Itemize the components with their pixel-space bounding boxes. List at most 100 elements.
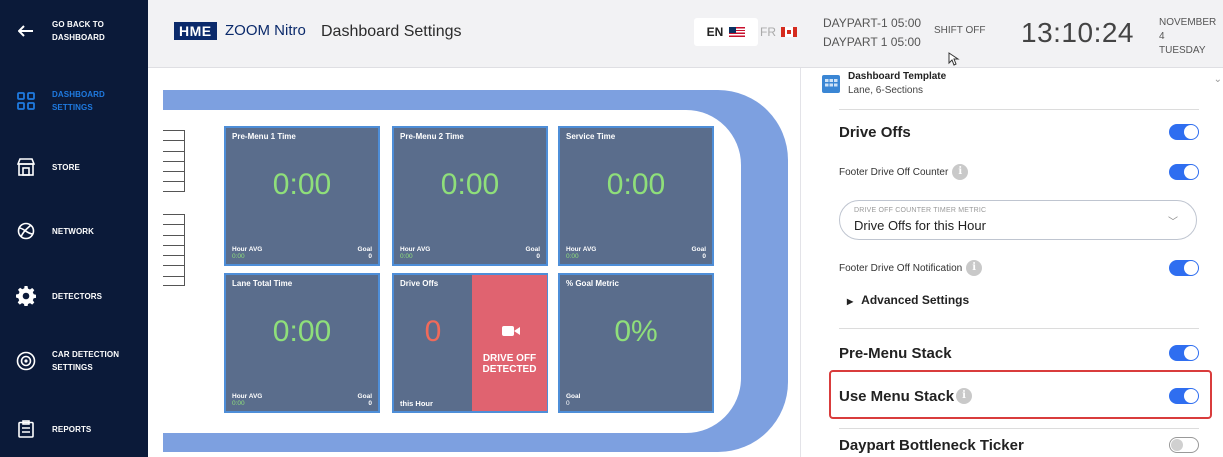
car-detection-icon [0,351,52,371]
divider [839,109,1199,110]
use-menu-stack-toggle[interactable] [1169,388,1199,404]
video-camera-icon [502,326,520,336]
drive-off-alert: DRIVE OFF DETECTED [472,275,547,411]
sidebar-item-network[interactable]: NETWORK [0,222,148,240]
footer-notification-toggle[interactable] [1169,260,1199,276]
info-icon[interactable]: i [956,388,973,404]
header: HME ZOOM Nitro Dashboard Settings EN FR … [148,0,1223,68]
gear-icon [0,286,52,306]
drive-offs-toggle[interactable] [1169,124,1199,140]
tile-value: 0:00 [440,168,500,201]
divider [839,328,1199,329]
sidebar-item-car-detection[interactable]: CAR DETECTION SETTINGS [0,348,148,374]
drive-offs-title: Drive Offs [839,123,911,141]
pre-menu-stack-row: Pre-Menu Stack [839,341,1199,365]
advanced-settings-toggle[interactable]: ▶ Advanced Settings [847,293,969,307]
tile-hour-avg: Hour AVG 0:00 [400,246,431,260]
date-day: NOVEMBER 4 [1159,17,1217,42]
tile-value: 0 [424,315,442,348]
dashboard-grid-icon [0,92,52,110]
select-label: DRIVE OFF COUNTER TIMER METRIC [854,207,987,214]
tile-title: % Goal Metric [566,279,619,288]
chevron-down-icon: ⌄ [1213,74,1222,85]
tile-value: 0:00 [606,168,666,201]
dashboard-preview: Pre-Menu 1 Time 0:00 Hour AVG 0:00 Goal 0 … [148,68,800,457]
sidebar-item-label: REPORTS [52,424,92,434]
drive-offs-row: Drive Offs [839,120,1199,144]
daypart-info: DAYPART-1 05:00 DAYPART 1 05:00 [823,14,921,52]
shift-status: SHIFT OFF [934,25,986,36]
tile-goal: Goal 0 [357,393,372,407]
clock: 13:10:24 [1021,17,1134,48]
footer-counter-toggle[interactable] [1169,164,1199,180]
template-grid-icon [822,75,840,93]
language-fr-label: FR [760,25,776,39]
tile-title: Service Time [566,132,616,141]
drive-off-metric-select[interactable]: DRIVE OFF COUNTER TIMER METRIC Drive Off… [839,200,1197,240]
hme-logo: HME [174,22,217,40]
go-back-label: GO BACK TO DASHBOARD [52,20,105,42]
clipboard-icon [0,420,52,438]
tile-title: Pre-Menu 2 Time [400,132,464,141]
info-icon[interactable]: i [966,260,983,276]
footer-counter-row: Footer Drive Off Counter i [839,162,1199,182]
info-icon[interactable]: i [952,164,969,180]
settings-panel: Dashboard Template Lane, 6-Sections ⌄ Dr… [800,68,1223,457]
tile-service-time[interactable]: Service Time 0:00 Hour AVG 0:00 Goal 0 [558,126,714,266]
tile-goal: Goal 0 [691,246,706,260]
select-value: Drive Offs for this Hour [854,218,986,233]
page-title: Dashboard Settings [321,23,462,40]
store-icon [0,158,52,176]
tile-title: Drive Offs [400,279,439,288]
tile-pre-menu-2[interactable]: Pre-Menu 2 Time 0:00 Hour AVG 0:00 Goal 0 [392,126,548,266]
tile-hour-avg: Hour AVG 0:00 [232,246,263,260]
template-title: Dashboard Template [848,71,947,82]
tile-goal: Goal 0 [357,246,372,260]
us-flag-icon [729,27,746,37]
caret-right-icon: ▶ [847,297,854,306]
tile-lane-total[interactable]: Lane Total Time 0:00 Hour AVG 0:00 Goal 0 [224,273,380,413]
sidebar-item-detectors[interactable]: DETECTORS [0,286,148,306]
footer-counter-label: Footer Drive Off Counter i [839,164,969,180]
drive-off-detected-label: DRIVE OFF DETECTED [482,353,537,375]
tile-value: 0:00 [272,315,332,348]
tile-hour-avg: Hour AVG 0:00 [566,246,597,260]
advanced-settings-label: Advanced Settings [861,293,970,307]
daypart-ticker-toggle[interactable] [1169,437,1199,453]
pre-menu-stack-toggle[interactable] [1169,345,1199,361]
chevron-down-icon: ﹀ [1168,217,1178,228]
tile-title: Lane Total Time [232,279,293,288]
use-menu-stack-row: Use Menu Stack i [839,384,1199,408]
daypart-line-1: DAYPART-1 05:00 [823,16,922,30]
template-selector[interactable]: Dashboard Template Lane, 6-Sections ⌄ [801,68,1223,106]
tile-pre-menu-1[interactable]: Pre-Menu 1 Time 0:00 Hour AVG 0:00 Goal 0 [224,126,380,266]
sidebar: GO BACK TO DASHBOARD DASHBOARD SETTINGS … [0,0,148,457]
tile-drive-offs[interactable]: Drive Offs 0 this Hour DRIVE OFF DETECTE… [392,273,548,413]
lane-ticks-bottom [163,214,185,287]
sidebar-item-reports[interactable]: REPORTS [0,420,148,438]
date-weekday: TUESDAY [1159,45,1206,56]
network-icon [0,222,52,240]
footer-notification-label: Footer Drive Off Notification i [839,260,983,276]
canada-flag-icon [781,27,797,37]
sidebar-item-dashboard-settings[interactable]: DASHBOARD SETTINGS [0,88,148,114]
mouse-cursor-icon [948,52,960,66]
sidebar-item-label: STORE [52,162,80,172]
language-en-label: EN [706,25,724,39]
language-fr-button[interactable]: FR [760,18,797,46]
drive-offs-counter: Drive Offs 0 this Hour [394,275,472,411]
pre-menu-stack-title: Pre-Menu Stack [839,344,952,362]
sidebar-item-store[interactable]: STORE [0,158,148,176]
tile-goal: Goal 0 [525,246,540,260]
template-subtitle: Lane, 6-Sections [848,85,924,96]
sidebar-item-label: CAR DETECTION SETTINGS [52,350,120,372]
divider [839,428,1199,429]
language-en-button[interactable]: EN [694,18,758,46]
go-back-button[interactable]: GO BACK TO DASHBOARD [0,18,148,44]
tile-title: Pre-Menu 1 Time [232,132,296,141]
daypart-ticker-row: Daypart Bottleneck Ticker [839,433,1199,457]
tile-hour-avg: Hour AVG 0:00 [232,393,263,407]
tile-goal-metric[interactable]: % Goal Metric 0% Goal 0 [558,273,714,413]
sidebar-item-label: DETECTORS [52,291,103,301]
tile-value: 0% [614,315,658,348]
